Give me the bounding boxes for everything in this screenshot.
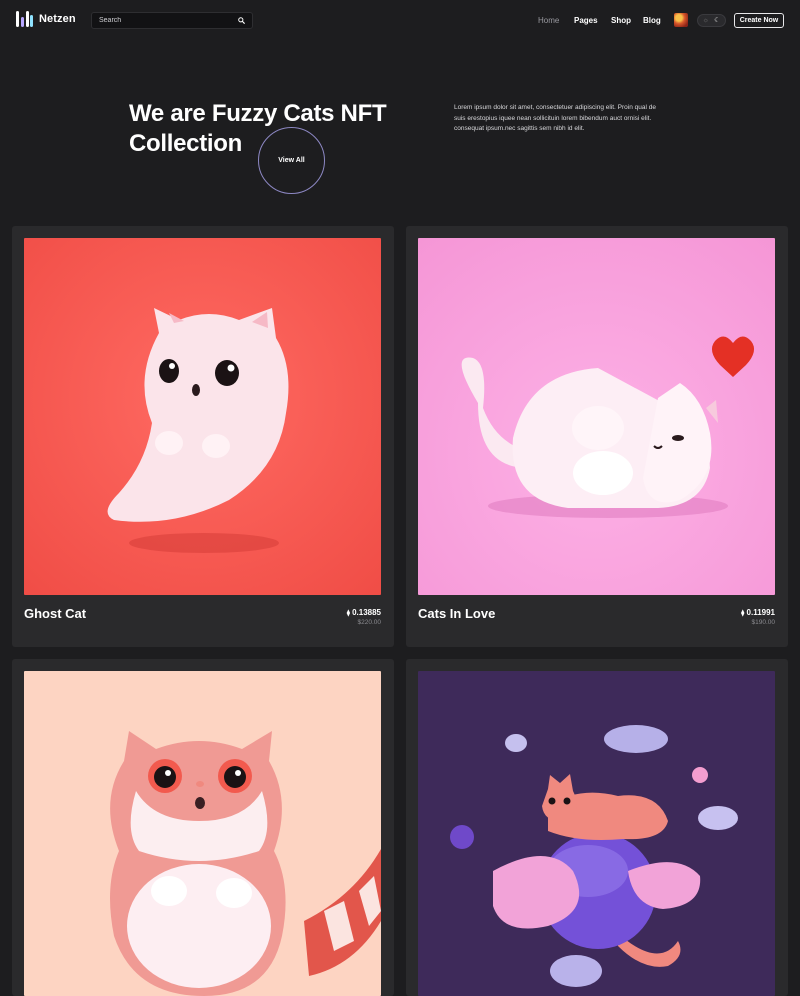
theme-toggle[interactable]: ☼ ☾ [697, 14, 726, 27]
brand-logo[interactable]: Netzen [16, 10, 76, 28]
netzen-logo-icon [16, 10, 34, 28]
nft-price-value: 0.11991 [746, 608, 775, 617]
ghost-cat-illustration [107, 308, 289, 553]
moon-icon[interactable]: ☾ [714, 17, 720, 24]
search-box [91, 12, 253, 29]
hero-description: Lorem ipsum dolor sit amet, consectetuer… [454, 104, 656, 132]
site-header: Netzen Home Pages Shop Blog ☼ ☾ Create N… [0, 0, 800, 40]
nft-card[interactable] [406, 659, 788, 996]
nft-card[interactable]: Cats In Love ⧫ 0.11991 $190.00 [406, 226, 788, 647]
search-input[interactable] [99, 17, 238, 24]
nft-name[interactable]: Cats In Love [418, 606, 495, 621]
nft-card[interactable] [12, 659, 394, 996]
avatar[interactable] [674, 13, 688, 27]
ethereum-icon: ⧫ [346, 610, 351, 617]
nft-price: ⧫ 0.13885 [347, 608, 381, 617]
lying-cat-illustration [461, 336, 755, 518]
nft-price: ⧫ 0.11991 [741, 608, 775, 617]
ethereum-icon: ⧫ [741, 610, 745, 617]
sun-icon[interactable]: ☼ [703, 17, 709, 24]
nft-price-usd: $220.00 [357, 619, 382, 626]
planet-cat-illustration [450, 725, 738, 987]
nft-price-value: 0.13885 [352, 608, 381, 617]
search-icon[interactable] [238, 17, 245, 24]
nft-image-ghost-cat[interactable] [24, 238, 381, 595]
nft-image-red-panda[interactable] [24, 671, 381, 996]
nav-pages[interactable]: Pages [574, 16, 598, 25]
nft-price-usd: $190.00 [751, 619, 776, 626]
view-all-button[interactable]: View All [258, 127, 325, 194]
nav-blog[interactable]: Blog [643, 16, 661, 25]
nav-home[interactable]: Home [538, 16, 559, 25]
nft-card[interactable]: Ghost Cat ⧫ 0.13885 $220.00 [12, 226, 394, 647]
create-now-button[interactable]: Create Now [734, 13, 784, 28]
nft-name[interactable]: Ghost Cat [24, 606, 86, 621]
red-panda-cat-illustration [110, 731, 381, 996]
nft-image-cats-in-love[interactable] [418, 238, 775, 595]
nft-image-planet-cat[interactable] [418, 671, 775, 996]
brand-name: Netzen [39, 13, 76, 25]
nav-shop[interactable]: Shop [611, 16, 631, 25]
